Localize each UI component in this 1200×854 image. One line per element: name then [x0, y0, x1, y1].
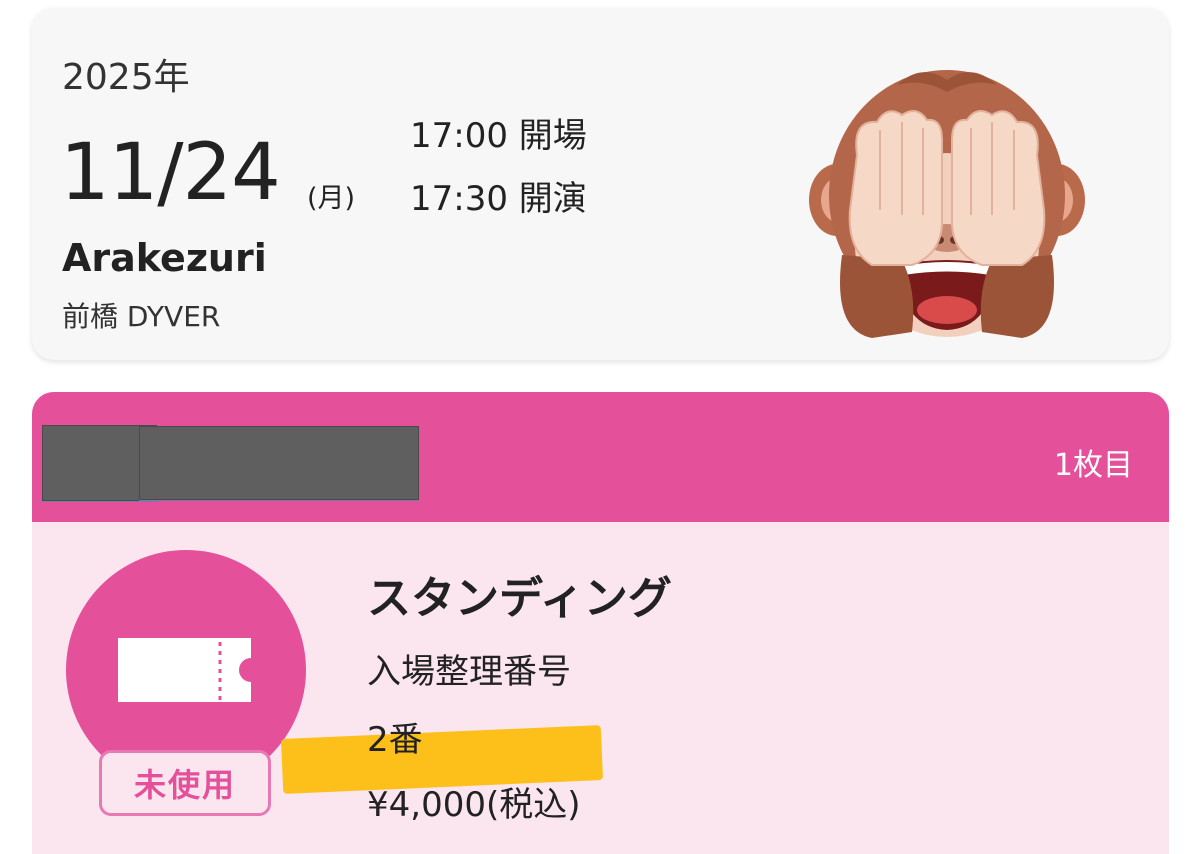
artist-name: Arakezuri [62, 236, 267, 280]
redaction-block [139, 426, 419, 500]
venue-name: 前橋 DYVER [62, 300, 221, 333]
see-no-evil-monkey-icon [809, 70, 1085, 338]
ticket-card[interactable]: 1枚目 未使用 スタンディング 入場整理番号 2番 ¥4,000(税込) [32, 392, 1169, 854]
seat-type: スタンディング [367, 573, 672, 624]
entry-number-label: 入場整理番号 [367, 652, 571, 692]
event-card: 2025年 11/24 (月) 17:00 開場 17:30 開演 Arakez… [32, 8, 1169, 360]
ticket-price: ¥4,000(税込) [367, 785, 581, 825]
ticket-header: 1枚目 [32, 392, 1169, 522]
status-badge: 未使用 [99, 750, 271, 816]
event-weekday: (月) [307, 183, 356, 214]
event-date: 11/24 [60, 128, 281, 218]
doors-open-time: 17:00 開場 [410, 116, 587, 156]
event-year: 2025年 [62, 57, 190, 98]
ticket-count-label: 1枚目 [1053, 448, 1133, 483]
entry-number: 2番 [367, 720, 423, 760]
show-start-time: 17:30 開演 [410, 179, 587, 219]
